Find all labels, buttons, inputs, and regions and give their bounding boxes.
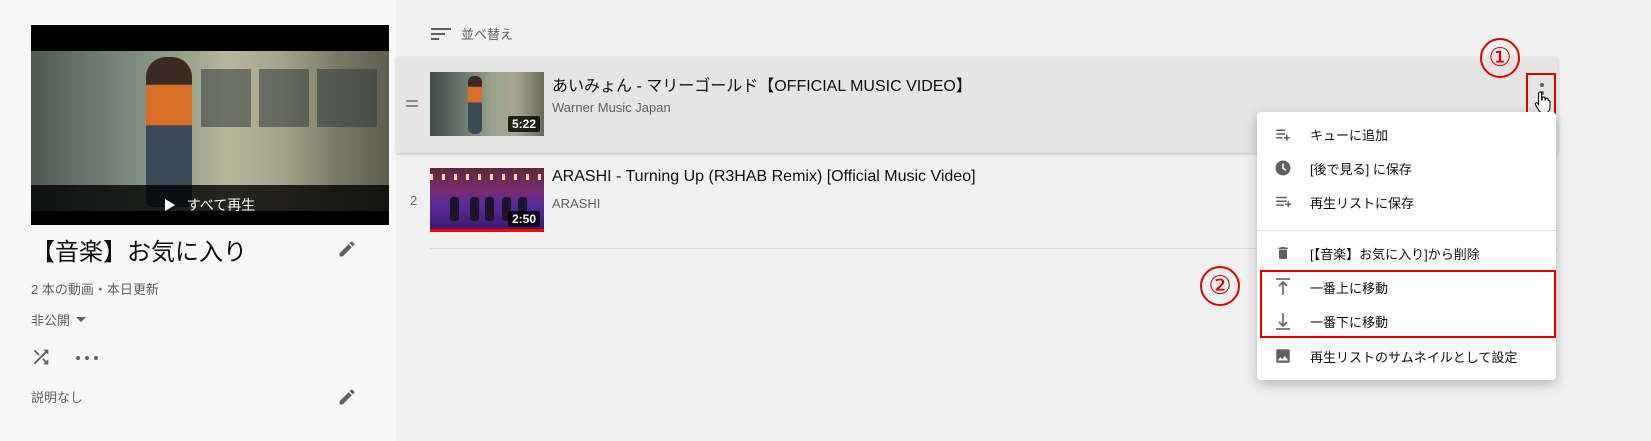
move-options-highlight xyxy=(1260,270,1556,338)
menu-item-save-to-playlist[interactable]: 再生リストに保存 xyxy=(1257,185,1556,219)
hand-cursor-icon xyxy=(1534,91,1551,114)
sort-icon xyxy=(431,26,451,42)
playlist-header-panel: すべて再生 【音楽】お気に入り 2 本の動画・本日更新 非公開 説明なし xyxy=(0,0,396,441)
menu-item-watch-later[interactable]: [後で見る] に保存 xyxy=(1257,151,1556,185)
shuffle-icon[interactable] xyxy=(30,346,54,370)
playlist-title: 【音楽】お気に入り xyxy=(31,239,247,266)
menu-item-label: [後で見る] に保存 xyxy=(1310,161,1412,177)
video-thumbnail[interactable]: 2:50 xyxy=(430,168,544,232)
annotation-step-2: ② xyxy=(1200,266,1240,306)
video-actions-menu: キューに追加 [後で見る] に保存 再生リストに保存 [【音楽】お気に入り]から… xyxy=(1257,112,1556,380)
playlist-add-icon xyxy=(1273,192,1293,212)
menu-item-remove[interactable]: [【音楽】お気に入り]から削除 xyxy=(1257,236,1556,270)
video-title[interactable]: ARASHI - Turning Up (R3HAB Remix) [Offic… xyxy=(552,168,976,186)
edit-description-icon[interactable] xyxy=(335,385,359,409)
chevron-down-icon xyxy=(76,317,87,322)
drag-handle-icon[interactable] xyxy=(406,100,418,108)
annotation-step-1: ① xyxy=(1480,38,1520,78)
edit-title-icon[interactable] xyxy=(335,237,359,261)
play-all-label: すべて再生 xyxy=(186,197,256,213)
video-thumbnail[interactable]: 5:22 xyxy=(430,72,544,136)
row-index: 2 xyxy=(410,193,418,208)
video-channel[interactable]: ARASHI xyxy=(552,196,600,211)
privacy-dropdown[interactable]: 非公開 xyxy=(31,310,87,329)
privacy-label: 非公開 xyxy=(31,313,71,328)
duration-badge: 2:50 xyxy=(507,211,540,227)
image-icon xyxy=(1273,346,1293,366)
playlist-description: 説明なし xyxy=(31,390,84,405)
menu-item-set-thumbnail[interactable]: 再生リストのサムネイルとして設定 xyxy=(1257,339,1556,373)
menu-item-label: [【音楽】お気に入り]から削除 xyxy=(1310,246,1480,262)
menu-item-add-to-queue[interactable]: キューに追加 xyxy=(1257,117,1556,151)
queue-icon xyxy=(1273,124,1293,144)
menu-item-label: キューに追加 xyxy=(1310,127,1389,143)
more-horizontal-icon[interactable] xyxy=(74,346,100,370)
menu-divider xyxy=(1257,230,1556,231)
trash-icon xyxy=(1273,243,1293,263)
video-channel[interactable]: Warner Music Japan xyxy=(552,100,671,115)
menu-item-label: 再生リストのサムネイルとして設定 xyxy=(1310,349,1518,365)
playlist-meta: 2 本の動画・本日更新 xyxy=(31,282,159,297)
duration-badge: 5:22 xyxy=(507,116,540,132)
play-icon xyxy=(164,199,175,211)
playlist-hero-thumbnail[interactable]: すべて再生 xyxy=(31,25,389,225)
play-all-button[interactable]: すべて再生 xyxy=(31,185,389,225)
sort-label: 並べ替え xyxy=(461,27,514,42)
menu-item-label: 再生リストに保存 xyxy=(1310,195,1415,211)
clock-icon xyxy=(1273,158,1293,178)
video-title[interactable]: あいみょん - マリーゴールド【OFFICIAL MUSIC VIDEO】 xyxy=(552,72,972,96)
sort-button[interactable]: 並べ替え xyxy=(431,24,513,43)
